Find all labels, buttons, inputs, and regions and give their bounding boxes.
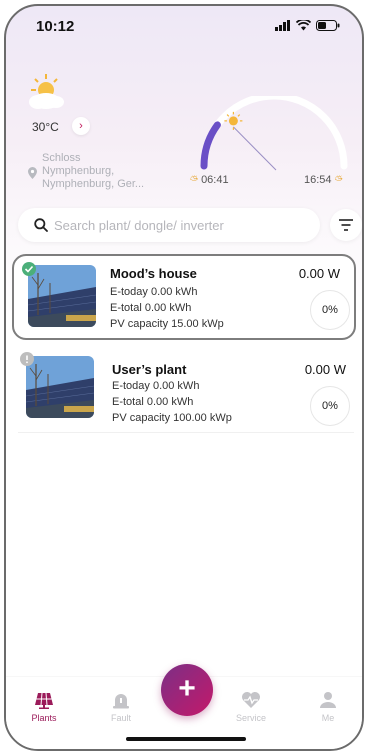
status-time: 10:12: [36, 18, 75, 35]
search-icon: [34, 218, 48, 232]
sunset-icon: ⛅︎: [334, 175, 343, 186]
plant-e-today: E-today 0.00 kWh: [112, 380, 200, 392]
chevron-right-icon: ›: [79, 120, 83, 132]
location-pin-icon: [28, 167, 37, 179]
sunrise: ⛅︎ 06:41: [190, 174, 229, 186]
me-icon: [320, 692, 336, 708]
plant-power: 0.00 W: [298, 266, 340, 281]
tab-plants[interactable]: Plants: [14, 691, 74, 723]
plant-thumbnail: [28, 265, 96, 327]
plant-percent: 0%: [310, 386, 350, 426]
weather-icon: [29, 74, 64, 109]
add-plant-button[interactable]: +: [161, 664, 213, 716]
tab-fault-label: Fault: [110, 713, 131, 723]
phone-screen: 10:12 30°C › Schloss Nymphenburg, Nymphe…: [4, 4, 364, 751]
plant-card[interactable]: Mood’s house E-today 0.00 kWh E-total 0.…: [12, 254, 356, 340]
sunrise-icon: ⛅︎: [190, 175, 198, 186]
search-placeholder[interactable]: Search plant/ dongle/ inverter: [54, 218, 224, 233]
status-bar: 10:12: [6, 14, 362, 38]
sunset-time: 16:54: [304, 174, 332, 186]
tab-plants-label: Plants: [31, 713, 57, 723]
location-line-3: Nymphenburg, Ger...: [42, 178, 145, 190]
tab-me[interactable]: Me: [298, 691, 358, 723]
plant-e-total: E-total 0.00 kWh: [110, 302, 192, 314]
signal-icon: [275, 20, 290, 31]
sunset: 16:54 ⛅︎: [304, 174, 343, 186]
sun-position-line: [233, 126, 277, 171]
plant-e-today: E-today 0.00 kWh: [110, 286, 198, 298]
plant-power: 0.00 W: [304, 362, 346, 377]
wifi-icon: [296, 20, 311, 31]
location-line-2: Nymphenburg,: [42, 165, 115, 177]
sun-arc-progress: [200, 121, 221, 170]
plant-card[interactable]: User’s plant E-today 0.00 kWh E-total 0.…: [18, 348, 354, 433]
battery-icon: [316, 20, 340, 31]
tab-service[interactable]: Service: [221, 691, 281, 723]
plant-pv-capacity: PV capacity 100.00 kWp: [112, 412, 232, 424]
plant-name: User’s plant: [112, 362, 187, 377]
filter-icon: [339, 219, 353, 231]
service-icon: [242, 692, 260, 708]
plant-name: Mood’s house: [110, 266, 197, 281]
home-indicator[interactable]: [126, 737, 246, 741]
tab-fault[interactable]: Fault: [91, 691, 151, 723]
fault-icon: [113, 694, 129, 709]
sunrise-time: 06:41: [201, 174, 229, 186]
temperature: 30°C: [32, 120, 59, 134]
plant-e-total: E-total 0.00 kWh: [112, 396, 194, 408]
plant-percent: 0%: [310, 290, 350, 330]
tab-me-label: Me: [321, 713, 335, 723]
location-line-1: Schloss: [42, 152, 81, 164]
plant-pv-capacity: PV capacity 15.00 kWp: [110, 318, 224, 330]
tab-service-label: Service: [235, 713, 266, 723]
search-bar[interactable]: Search plant/ dongle/ inverter: [18, 208, 320, 242]
online-status-icon: [22, 262, 36, 276]
system-icons: [275, 20, 340, 31]
weather-details-button[interactable]: ›: [72, 117, 90, 135]
offline-status-icon: [20, 352, 34, 366]
plus-icon: +: [178, 672, 196, 705]
location: Schloss Nymphenburg, Nymphenburg, Ger...: [28, 152, 144, 191]
filter-button[interactable]: [330, 209, 362, 241]
plant-thumbnail: [26, 356, 94, 418]
plants-icon: [35, 692, 53, 709]
